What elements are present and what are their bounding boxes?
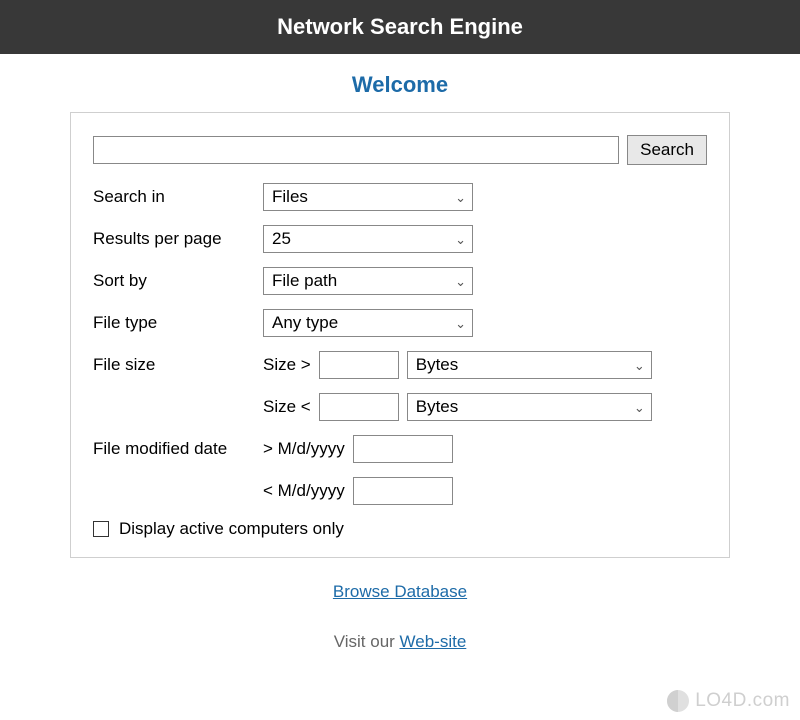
label-size-lt: Size <: [263, 397, 311, 417]
app-title: Network Search Engine: [277, 14, 523, 39]
chevron-down-icon: ⌄: [455, 317, 466, 330]
watermark: LO4D.com: [667, 690, 790, 712]
input-size-gt[interactable]: [319, 351, 399, 379]
welcome-heading: Welcome: [0, 72, 800, 98]
label-active-only: Display active computers only: [119, 519, 344, 539]
label-file-size: File size: [93, 355, 263, 375]
row-sort-by: Sort by File path ⌄: [93, 267, 707, 295]
header-bar: Network Search Engine: [0, 0, 800, 54]
search-panel: Search Search in Files ⌄ Results per pag…: [70, 112, 730, 558]
input-size-lt[interactable]: [319, 393, 399, 421]
row-search-in: Search in Files ⌄: [93, 183, 707, 211]
row-modified-date-gt: File modified date > M/d/yyyy: [93, 435, 707, 463]
browse-db-row: Browse Database: [0, 582, 800, 602]
website-link[interactable]: Web-site: [400, 632, 467, 651]
label-size-gt: Size >: [263, 355, 311, 375]
chevron-down-icon: ⌄: [455, 275, 466, 288]
dropdown-search-in[interactable]: Files ⌄: [263, 183, 473, 211]
row-active-only: Display active computers only: [93, 519, 707, 539]
dropdown-size-lt-unit[interactable]: Bytes ⌄: [407, 393, 652, 421]
row-file-type: File type Any type ⌄: [93, 309, 707, 337]
dropdown-sort-by[interactable]: File path ⌄: [263, 267, 473, 295]
label-modified-date: File modified date: [93, 439, 263, 459]
input-date-lt[interactable]: [353, 477, 453, 505]
label-results-per-page: Results per page: [93, 229, 263, 249]
search-row: Search: [93, 135, 707, 165]
row-file-size-lt: Size < Bytes ⌄: [93, 393, 707, 421]
label-date-gt: > M/d/yyyy: [263, 439, 345, 459]
row-file-size-gt: File size Size > Bytes ⌄: [93, 351, 707, 379]
dropdown-size-gt-unit[interactable]: Bytes ⌄: [407, 351, 652, 379]
dropdown-file-type-value: Any type: [272, 313, 338, 333]
label-file-type: File type: [93, 313, 263, 333]
dropdown-size-lt-unit-value: Bytes: [416, 397, 459, 417]
input-date-gt[interactable]: [353, 435, 453, 463]
visit-row: Visit our Web-site: [0, 632, 800, 652]
checkbox-active-only[interactable]: [93, 521, 109, 537]
dropdown-search-in-value: Files: [272, 187, 308, 207]
row-modified-date-lt: < M/d/yyyy: [93, 477, 707, 505]
dropdown-results-per-page[interactable]: 25 ⌄: [263, 225, 473, 253]
chevron-down-icon: ⌄: [634, 359, 645, 372]
dropdown-size-gt-unit-value: Bytes: [416, 355, 459, 375]
chevron-down-icon: ⌄: [455, 233, 466, 246]
dropdown-file-type[interactable]: Any type ⌄: [263, 309, 473, 337]
chevron-down-icon: ⌄: [634, 401, 645, 414]
label-date-lt: < M/d/yyyy: [263, 481, 345, 501]
watermark-text: LO4D.com: [695, 690, 790, 712]
row-results-per-page: Results per page 25 ⌄: [93, 225, 707, 253]
search-input[interactable]: [93, 136, 619, 164]
label-search-in: Search in: [93, 187, 263, 207]
globe-icon: [667, 690, 689, 712]
search-button[interactable]: Search: [627, 135, 707, 165]
visit-prefix: Visit our: [334, 632, 400, 651]
browse-database-link[interactable]: Browse Database: [333, 582, 467, 601]
dropdown-results-per-page-value: 25: [272, 229, 291, 249]
chevron-down-icon: ⌄: [455, 191, 466, 204]
label-sort-by: Sort by: [93, 271, 263, 291]
dropdown-sort-by-value: File path: [272, 271, 337, 291]
